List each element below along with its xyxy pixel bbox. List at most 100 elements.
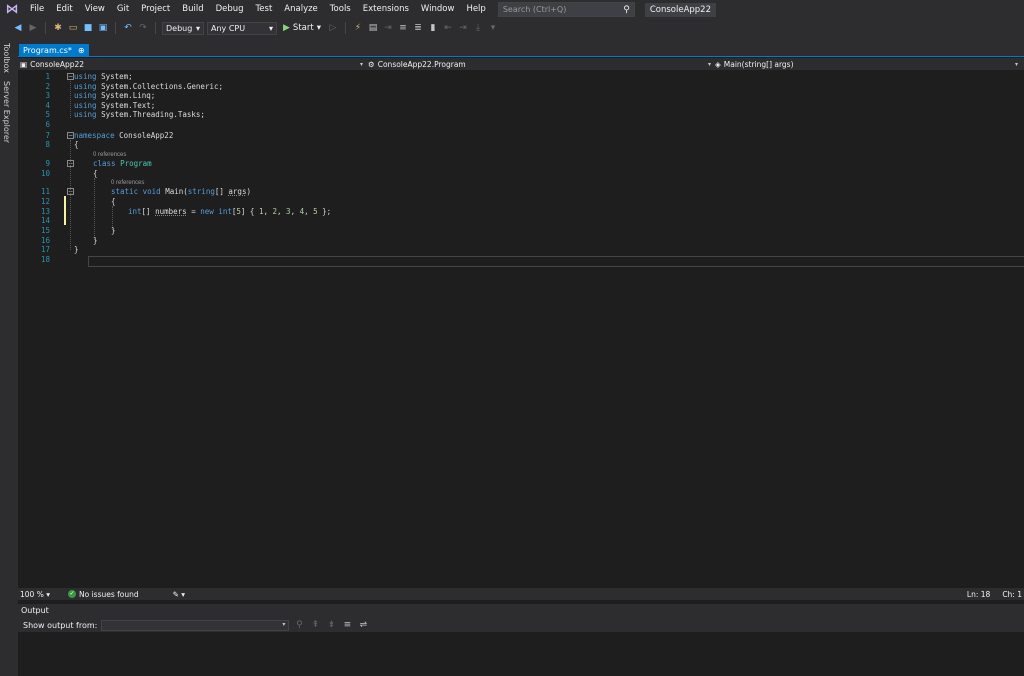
- line-number: 10: [40, 169, 50, 178]
- search-input[interactable]: Search (Ctrl+Q) ⚲: [497, 2, 635, 17]
- cursor-position: Ln: 18 Ch: 1: [967, 590, 1024, 599]
- keyword: using: [74, 72, 97, 81]
- menu-project[interactable]: Project: [135, 0, 176, 19]
- find-message-icon[interactable]: ⚲: [293, 619, 305, 631]
- member-dropdown[interactable]: ◈ Main(string[] args) ▾: [715, 59, 1021, 69]
- toolbar-overflow-icon[interactable]: ▾: [487, 22, 499, 34]
- menu-git[interactable]: Git: [111, 0, 135, 19]
- keyword: class: [93, 159, 116, 168]
- output-source-select[interactable]: ▾: [101, 619, 290, 631]
- code-text: System.Collections.Generic;: [96, 82, 224, 91]
- menu-help[interactable]: Help: [460, 0, 491, 19]
- redo-icon[interactable]: ↷: [137, 22, 149, 34]
- menu-file[interactable]: File: [24, 0, 50, 19]
- unsaved-change-indicator: [64, 196, 66, 225]
- bookmark-icon[interactable]: ▮: [427, 22, 439, 34]
- pin-icon[interactable]: ⊕: [78, 46, 85, 55]
- collapse-icon[interactable]: −: [67, 132, 74, 139]
- save-all-icon[interactable]: ▣: [97, 22, 109, 34]
- chevron-down-icon: ▾: [316, 23, 321, 33]
- outline-guide: [70, 140, 71, 250]
- code-line: {: [111, 197, 116, 206]
- code-text: ,: [304, 207, 314, 216]
- chevron-down-icon: ▾: [1014, 60, 1018, 68]
- type-dropdown[interactable]: ⚙ ConsoleApp22.Program ▾: [368, 59, 714, 69]
- search-placeholder: Search (Ctrl+Q): [502, 5, 567, 14]
- menu-analyze[interactable]: Analyze: [278, 0, 324, 19]
- tab-label: Program.cs*: [23, 45, 72, 55]
- new-project-icon[interactable]: ✱: [52, 22, 64, 34]
- brush-icon[interactable]: ✎ ▾: [173, 590, 185, 599]
- chevron-down-icon: ▾: [46, 589, 50, 599]
- output-content[interactable]: [18, 632, 1024, 676]
- line-number: 8: [45, 140, 50, 149]
- codelens-references[interactable]: 0 references: [111, 180, 144, 186]
- clear-all-icon[interactable]: ≡: [341, 619, 353, 631]
- toolbox-tab[interactable]: Toolbox: [2, 43, 11, 73]
- bookmark-next-icon[interactable]: ⇥: [457, 22, 469, 34]
- start-debugging-button[interactable]: ▶ Start ▾: [280, 23, 324, 33]
- hot-reload-icon[interactable]: ⚡: [352, 22, 364, 34]
- menu-edit[interactable]: Edit: [50, 0, 78, 19]
- menu-bar: ⋈ File Edit View Git Project Build Debug…: [0, 0, 1024, 19]
- zoom-select[interactable]: 100 % ▾: [18, 590, 56, 599]
- keyword: using: [74, 91, 97, 100]
- menu-debug[interactable]: Debug: [210, 0, 250, 19]
- start-without-debugging-icon[interactable]: ▷: [327, 22, 339, 34]
- open-file-icon[interactable]: ▭: [67, 22, 79, 34]
- word-wrap-icon[interactable]: ⇌: [357, 619, 369, 631]
- keyword: int: [218, 207, 232, 216]
- menu-view[interactable]: View: [79, 0, 111, 19]
- code-text: ConsoleApp22: [114, 131, 174, 140]
- bookmark-prev-icon[interactable]: ⇤: [442, 22, 454, 34]
- navigate-back-icon[interactable]: ◀: [12, 22, 24, 34]
- code-line: using System.Collections.Generic;: [74, 82, 223, 91]
- tab-program-cs[interactable]: Program.cs* ⊕: [19, 44, 89, 56]
- bookmark-clear-icon[interactable]: ⤓: [472, 22, 484, 34]
- brace: }: [111, 226, 116, 235]
- line-number: 15: [40, 226, 50, 235]
- browser-link-icon[interactable]: ▤: [367, 22, 379, 34]
- uncomment-icon[interactable]: ≣: [412, 22, 424, 34]
- method-icon: ◈: [715, 59, 721, 69]
- menu-test[interactable]: Test: [250, 0, 279, 19]
- check-circle-icon: ✓: [68, 590, 76, 598]
- brace: {: [93, 169, 98, 178]
- next-message-icon[interactable]: ⇟: [325, 619, 337, 631]
- code-line: {: [74, 140, 79, 149]
- server-explorer-tab[interactable]: Server Explorer: [2, 81, 11, 143]
- chevron-down-icon: ▾: [268, 23, 273, 33]
- brace: {: [74, 140, 79, 149]
- menu-extensions[interactable]: Extensions: [357, 0, 415, 19]
- code-line: using System.Threading.Tasks;: [74, 110, 205, 119]
- code-line: }: [111, 226, 116, 235]
- solution-configuration-select[interactable]: Debug ▾: [162, 21, 204, 35]
- document-tab-strip: Program.cs* ⊕: [18, 37, 1024, 57]
- visual-studio-logo-icon[interactable]: ⋈: [0, 0, 24, 19]
- keyword: namespace: [74, 131, 115, 140]
- chevron-down-icon: ▾: [359, 60, 363, 68]
- project-dropdown[interactable]: ▣ ConsoleApp22 ▾: [20, 59, 366, 69]
- menu-build[interactable]: Build: [176, 0, 209, 19]
- start-label: Start: [292, 23, 314, 33]
- csharp-project-icon: ▣: [20, 59, 28, 69]
- navigate-forward-icon[interactable]: ▶: [27, 22, 39, 34]
- menu-window[interactable]: Window: [415, 0, 461, 19]
- brace: }: [74, 245, 79, 254]
- brace: {: [111, 197, 116, 206]
- line-number: 1: [45, 72, 50, 81]
- previous-message-icon[interactable]: ⇞: [309, 619, 321, 631]
- code-editor[interactable]: 1 2 3 4 5 6 7 8 9 10 11 12 13 14 15 16 1…: [18, 70, 1024, 588]
- issues-indicator[interactable]: ✓ No issues found: [68, 590, 139, 599]
- menu-tools[interactable]: Tools: [324, 0, 357, 19]
- step-icon[interactable]: ⇥: [382, 22, 394, 34]
- output-panel: Output Show output from: ▾ ⚲ ⇞ ⇟ ≡ ⇌: [18, 604, 1024, 676]
- code-line: using System;: [74, 72, 133, 81]
- collapse-icon[interactable]: −: [67, 73, 74, 80]
- solution-platform-select[interactable]: Any CPU ▾: [207, 21, 277, 35]
- save-icon[interactable]: ■: [82, 22, 94, 34]
- undo-icon[interactable]: ↶: [122, 22, 134, 34]
- codelens-references[interactable]: 0 references: [93, 152, 126, 158]
- comment-icon[interactable]: ≡: [397, 22, 409, 34]
- line-number: 17: [40, 245, 50, 254]
